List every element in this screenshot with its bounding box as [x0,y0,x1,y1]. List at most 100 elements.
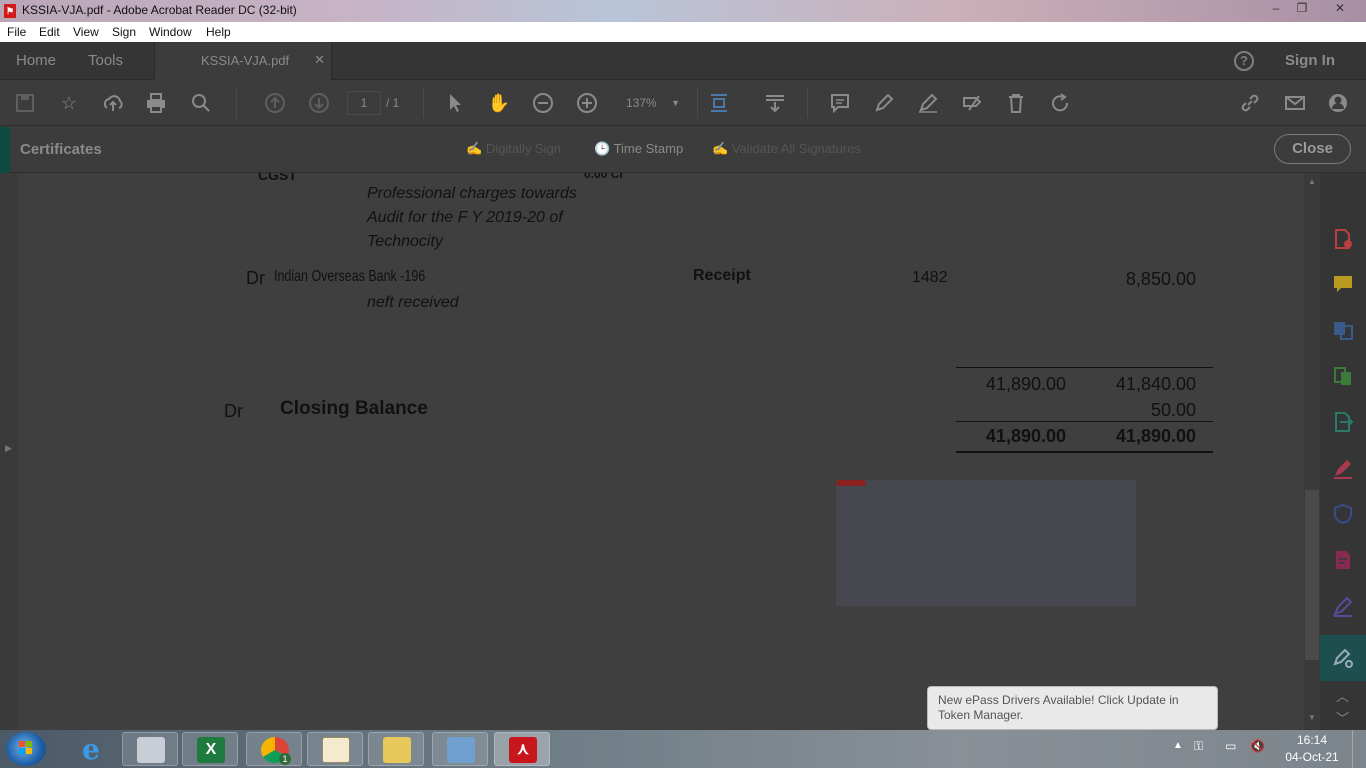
organize-pages-icon[interactable] [1332,365,1354,387]
close-window-button[interactable]: ✕ [1320,0,1360,18]
menu-help[interactable]: Help [206,25,231,39]
sign-in-button[interactable]: Sign In [1285,52,1335,69]
comment-note-box[interactable] [836,480,1136,606]
menu-view[interactable]: View [73,25,99,39]
ledger-particulars: Indian Overseas Bank -196 [274,268,426,285]
title-bar: ⚑ KSSIA-VJA.pdf - Adobe Acrobat Reader D… [0,0,1366,22]
upload-cloud-icon[interactable] [101,92,125,114]
start-button[interactable] [6,732,46,766]
acrobat-icon: ⋏ [509,737,537,763]
tab-document[interactable]: KSSIA-VJA.pdf ✕ [154,42,332,80]
close-tab-icon[interactable]: ✕ [314,52,325,68]
left-panel-toggle[interactable]: ▶ [0,173,18,730]
taskbar-tally[interactable] [307,732,363,766]
vertical-scrollbar[interactable]: ▲ ▼ [1304,173,1320,730]
scroll-mode-icon[interactable] [763,92,787,114]
share-link-icon[interactable] [1238,92,1262,114]
send-for-signature-icon[interactable] [1332,595,1354,617]
scroll-up-icon[interactable]: ▲ [1308,177,1316,186]
show-hidden-icons-icon[interactable]: ▲ [1173,740,1183,751]
scrollbar-thumb[interactable] [1305,490,1319,660]
clock-date[interactable]: 04-Oct-21 [1278,750,1346,764]
taskbar-chrome[interactable]: 1 [246,732,302,766]
notification-balloon[interactable]: New ePass Drivers Available! Click Updat… [927,686,1218,730]
control-panel-icon [447,737,475,763]
menu-window[interactable]: Window [149,25,192,39]
taskbar-internet-explorer[interactable]: e [62,732,118,766]
rotate-icon[interactable] [1048,92,1072,114]
page-number-input[interactable]: 1 [347,91,381,115]
tab-tools[interactable]: Tools [88,52,123,69]
chevron-up-icon[interactable]: ︿ [1336,686,1349,705]
page-total: / 1 [386,96,400,110]
tab-bar: Home Tools KSSIA-VJA.pdf ✕ ? Sign In [0,42,1366,80]
validate-signatures-button[interactable]: ✍ Validate All Signatures [712,141,861,157]
zoom-out-icon[interactable] [531,92,555,114]
chevron-down-icon[interactable]: ﹀ [1336,708,1349,727]
taskbar-file-explorer[interactable] [368,732,424,766]
protect-shield-icon[interactable] [1332,503,1354,525]
zoom-dropdown[interactable]: 137% ▼ [618,91,686,115]
taskbar-control-panel[interactable] [432,732,488,766]
dr-label: Dr [246,268,265,288]
highlight-pen-icon[interactable] [872,92,896,114]
previous-page-icon[interactable] [263,92,287,114]
total-rule [956,421,1213,422]
page-fit-icon[interactable] [707,92,731,114]
minimize-button[interactable]: ‒ [1262,0,1290,18]
email-icon[interactable] [1283,92,1307,114]
close-certificates-button[interactable]: Close [1274,134,1351,164]
token-manager-tray-icon[interactable]: ⚿ [1194,739,1203,754]
tab-home[interactable]: Home [16,52,56,69]
menu-sign[interactable]: Sign [112,25,136,39]
document-view[interactable]: CGST 0.00 Cr Professional charges toward… [18,173,1304,730]
save-icon[interactable] [13,92,37,114]
network-icon[interactable]: ▭ [1225,739,1236,753]
internet-explorer-icon: e [82,733,100,766]
taskbar-acrobat[interactable]: ⋏ [494,732,550,766]
right-tools-pane: ︿ ﹀ [1320,173,1366,730]
maximize-button[interactable]: ❐ [1288,0,1316,18]
total-credit: 41,890.00 [1115,426,1196,446]
menu-edit[interactable]: Edit [39,25,60,39]
delete-trash-icon[interactable] [1004,92,1028,114]
tally-erp-icon [322,737,350,763]
help-icon[interactable]: ? [1234,51,1254,71]
folder-icon [383,737,411,763]
certificates-bar: Certificates ✍ Digitally Sign 🕒 Time Sta… [0,127,1366,173]
account-user-icon[interactable] [1326,92,1350,114]
combine-files-icon[interactable] [1332,319,1354,341]
digitally-sign-button[interactable]: ✍ Digitally Sign [466,141,561,157]
comment-icon[interactable] [828,92,852,114]
clock-time[interactable]: 16:14 [1282,733,1342,747]
time-stamp-button[interactable]: 🕒 Time Stamp [594,141,683,157]
subtotal-rule [956,367,1213,368]
menu-file[interactable]: File [7,25,26,39]
voucher-number: 1482 [912,269,948,286]
search-zoom-icon[interactable] [189,92,213,114]
subtotal-credit: 41,840.00 [1115,374,1196,394]
hand-tool-icon[interactable]: ✋ [487,92,511,114]
volume-muted-icon[interactable]: 🔇 [1250,739,1265,753]
taskbar-scanner-app[interactable] [122,732,178,766]
comment-tag[interactable] [836,480,866,486]
prepare-form-icon[interactable] [1332,549,1354,571]
edit-text-icon[interactable] [960,92,984,114]
sign-pen-icon[interactable] [916,92,940,114]
fill-sign-icon[interactable] [1332,457,1354,479]
create-pdf-icon[interactable] [1332,228,1354,250]
voucher-type: Receipt [693,267,751,284]
scroll-down-icon[interactable]: ▼ [1308,713,1316,722]
next-page-icon[interactable] [307,92,331,114]
window-title: KSSIA-VJA.pdf - Adobe Acrobat Reader DC … [22,3,297,17]
show-desktop-button[interactable] [1352,730,1366,768]
zoom-in-icon[interactable] [575,92,599,114]
menu-bar: File Edit View Sign Window Help [0,22,1366,42]
print-icon[interactable] [144,92,168,114]
comment-tool-icon[interactable] [1332,273,1354,295]
bookmark-star-icon[interactable]: ☆ [57,92,81,114]
export-pdf-icon[interactable] [1332,411,1354,433]
taskbar-excel[interactable]: X [182,732,238,766]
select-cursor-icon[interactable] [443,92,467,114]
closing-balance-amount: 50.00 [1150,400,1196,420]
